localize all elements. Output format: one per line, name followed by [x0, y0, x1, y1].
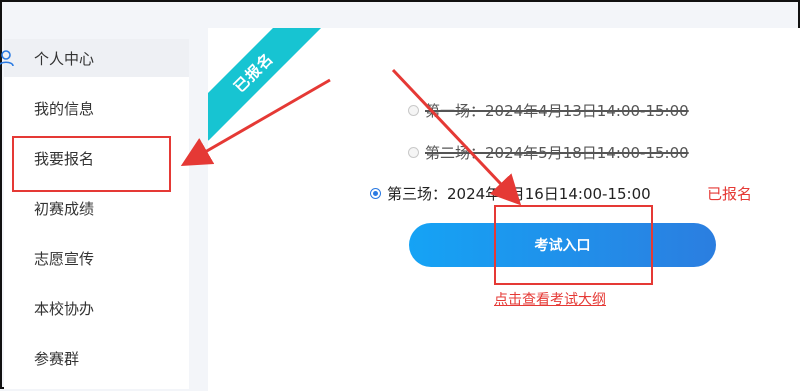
session-label: 第三场：2024年6月16日14:00-15:00: [387, 185, 651, 203]
sidebar-item-label: 志愿宣传: [34, 249, 95, 268]
sidebar-item-contest-group[interactable]: 参赛群: [4, 339, 189, 377]
user-icon: [0, 50, 14, 67]
sidebar-item-school-coorganize[interactable]: 本校协办: [4, 289, 189, 327]
sidebar-item-label: 参赛群: [34, 349, 80, 368]
session-option-2[interactable]: 第二场：2024年5月18日14:00-15:00: [408, 142, 689, 163]
sidebar-item-label: 本校协办: [34, 299, 95, 318]
syllabus-link[interactable]: 点击查看考试大纲: [494, 289, 606, 309]
sidebar-item-preliminary-scores[interactable]: 初赛成绩: [4, 189, 189, 227]
session-label: 第二场：2024年5月18日14:00-15:00: [425, 144, 689, 162]
highlight-box-register: [12, 136, 171, 192]
radio-button[interactable]: [408, 147, 419, 158]
status-ribbon: 已报名: [208, 28, 328, 148]
sidebar: 个人中心 我的信息 我要报名 初赛成绩 志愿宣传 本校协办 参赛群: [0, 39, 189, 389]
session-option-3[interactable]: 第三场：2024年6月16日14:00-15:00: [370, 183, 651, 204]
sidebar-item-label: 个人中心: [34, 49, 95, 68]
session-label: 第一场：2024年4月13日14:00-15:00: [425, 102, 689, 120]
sidebar-item-personal-center[interactable]: 个人中心: [0, 39, 189, 77]
sidebar-item-volunteer-promo[interactable]: 志愿宣传: [4, 239, 189, 277]
registered-status: 已报名: [707, 185, 753, 203]
ribbon-label: 已报名: [208, 28, 322, 141]
sidebar-item-label: 我的信息: [34, 99, 95, 118]
radio-button[interactable]: [408, 105, 419, 116]
highlight-box-exam-entry: [494, 205, 653, 285]
session-option-1[interactable]: 第一场：2024年4月13日14:00-15:00: [408, 100, 689, 121]
layout-gutter: [189, 28, 208, 391]
sidebar-item-my-info[interactable]: 我的信息: [4, 89, 189, 127]
radio-button-selected[interactable]: [370, 188, 381, 199]
sidebar-item-label: 初赛成绩: [34, 199, 95, 218]
